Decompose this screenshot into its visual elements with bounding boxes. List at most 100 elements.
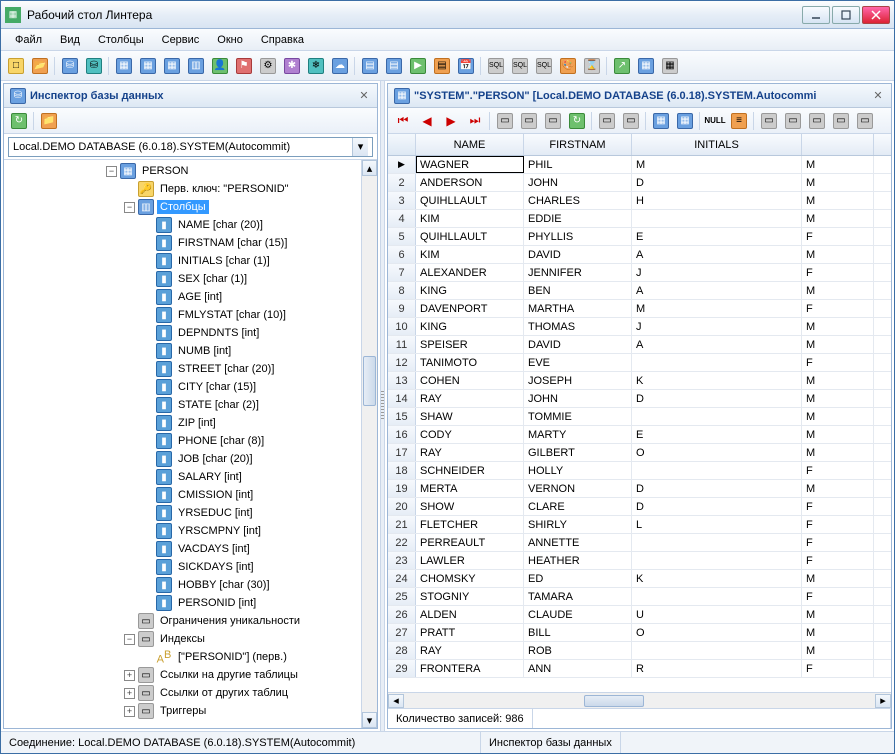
cell-firstnam[interactable]: MARTHA bbox=[524, 300, 632, 317]
cell-name[interactable]: SHAW bbox=[416, 408, 524, 425]
cell-name[interactable]: KIM bbox=[416, 210, 524, 227]
cell-name[interactable]: ALDEN bbox=[416, 606, 524, 623]
cell-initials[interactable]: J bbox=[632, 264, 802, 281]
cell-initials[interactable] bbox=[632, 534, 802, 551]
cell-initials[interactable]: H bbox=[632, 192, 802, 209]
tb-a4[interactable]: ▤ bbox=[431, 55, 453, 77]
menu-help[interactable]: Справка bbox=[253, 31, 312, 49]
tree-scrollbar[interactable]: ▴ ▾ bbox=[361, 160, 377, 728]
table-row[interactable]: 25 STOGNIY TAMARA F bbox=[388, 588, 891, 606]
cell-sex[interactable]: F bbox=[802, 354, 874, 371]
row-number[interactable]: 5 bbox=[388, 228, 416, 245]
table-row[interactable]: 2 ANDERSON JOHN D M bbox=[388, 174, 891, 192]
row-number[interactable]: 17 bbox=[388, 444, 416, 461]
tb-grid1[interactable]: ▦ bbox=[113, 55, 135, 77]
cell-initials[interactable]: D bbox=[632, 498, 802, 515]
tb-db2[interactable]: ⛁ bbox=[83, 55, 105, 77]
table-row[interactable]: ▶ WAGNER PHIL M M bbox=[388, 156, 891, 174]
cell-name[interactable]: LAWLER bbox=[416, 552, 524, 569]
cell-firstnam[interactable]: JOSEPH bbox=[524, 372, 632, 389]
cell-initials[interactable]: A bbox=[632, 336, 802, 353]
tb-new[interactable]: □ bbox=[5, 55, 27, 77]
scroll-thumb[interactable] bbox=[363, 356, 376, 406]
cell-sex[interactable]: F bbox=[802, 498, 874, 515]
cell-sex[interactable]: M bbox=[802, 174, 874, 191]
table-row[interactable]: 21 FLETCHER SHIRLY L F bbox=[388, 516, 891, 534]
cell-initials[interactable]: K bbox=[632, 372, 802, 389]
tree-column[interactable]: ▮ PHONE [char (8)] bbox=[140, 432, 361, 450]
cell-sex[interactable]: F bbox=[802, 534, 874, 551]
tb-net[interactable]: ✱ bbox=[281, 55, 303, 77]
expand-icon[interactable]: + bbox=[124, 706, 135, 717]
gtb-f2[interactable]: ▭ bbox=[782, 110, 804, 132]
table-row[interactable]: 14 RAY JOHN D M bbox=[388, 390, 891, 408]
cell-sex[interactable]: F bbox=[802, 552, 874, 569]
tree-column[interactable]: ▮ PERSONID [int] bbox=[140, 594, 361, 612]
menu-view[interactable]: Вид bbox=[52, 31, 88, 49]
tb-grid4[interactable]: ▥ bbox=[185, 55, 207, 77]
cell-name[interactable]: COHEN bbox=[416, 372, 524, 389]
grid-close[interactable]: ✕ bbox=[871, 89, 885, 103]
row-number[interactable]: 8 bbox=[388, 282, 416, 299]
cell-sex[interactable]: M bbox=[802, 336, 874, 353]
minimize-button[interactable] bbox=[802, 6, 830, 24]
cell-initials[interactable] bbox=[632, 552, 802, 569]
cell-sex[interactable]: F bbox=[802, 264, 874, 281]
cell-initials[interactable]: U bbox=[632, 606, 802, 623]
menu-service[interactable]: Сервис bbox=[154, 31, 208, 49]
tree-column[interactable]: ▮ JOB [char (20)] bbox=[140, 450, 361, 468]
cell-firstnam[interactable]: JENNIFER bbox=[524, 264, 632, 281]
cell-firstnam[interactable]: EDDIE bbox=[524, 210, 632, 227]
table-row[interactable]: 27 PRATT BILL O M bbox=[388, 624, 891, 642]
cell-firstnam[interactable]: GILBERT bbox=[524, 444, 632, 461]
gtb-prev[interactable]: ◀ bbox=[416, 110, 438, 132]
cell-sex[interactable]: F bbox=[802, 462, 874, 479]
table-row[interactable]: 15 SHAW TOMMIE M bbox=[388, 408, 891, 426]
tree-column[interactable]: ▮ STATE [char (2)] bbox=[140, 396, 361, 414]
cell-sex[interactable]: M bbox=[802, 408, 874, 425]
gtb-f4[interactable]: ▭ bbox=[830, 110, 852, 132]
tree-column[interactable]: ▮ YRSCMPNY [int] bbox=[140, 522, 361, 540]
table-row[interactable]: 16 CODY MARTY E M bbox=[388, 426, 891, 444]
table-row[interactable]: 17 RAY GILBERT O M bbox=[388, 444, 891, 462]
cell-name[interactable]: RAY bbox=[416, 444, 524, 461]
tree-column[interactable]: ▮ FMLYSTAT [char (10)] bbox=[140, 306, 361, 324]
cell-name[interactable]: PRATT bbox=[416, 624, 524, 641]
insp-tb-folder[interactable]: 📁 bbox=[38, 110, 60, 132]
tb-sql1[interactable]: SQL bbox=[485, 55, 507, 77]
tb-sql2[interactable]: SQL bbox=[509, 55, 531, 77]
row-number[interactable]: 11 bbox=[388, 336, 416, 353]
cell-initials[interactable] bbox=[632, 210, 802, 227]
cell-initials[interactable]: D bbox=[632, 390, 802, 407]
tb-a1[interactable]: ▤ bbox=[359, 55, 381, 77]
cell-name[interactable]: KING bbox=[416, 318, 524, 335]
tree-node-columns[interactable]: − ▥ Столбцы bbox=[122, 198, 361, 216]
scroll-thumb-h[interactable] bbox=[584, 695, 644, 707]
table-row[interactable]: 19 MERTA VERNON D M bbox=[388, 480, 891, 498]
cell-firstnam[interactable]: JOHN bbox=[524, 174, 632, 191]
gtb-b1[interactable]: ▭ bbox=[494, 110, 516, 132]
cell-sex[interactable]: M bbox=[802, 480, 874, 497]
menu-columns[interactable]: Столбцы bbox=[90, 31, 152, 49]
expand-icon[interactable]: + bbox=[124, 688, 135, 699]
tree-column[interactable]: ▮ INITIALS [char (1)] bbox=[140, 252, 361, 270]
gtb-b2[interactable]: ▭ bbox=[518, 110, 540, 132]
cell-firstnam[interactable]: HEATHER bbox=[524, 552, 632, 569]
cell-sex[interactable]: M bbox=[802, 642, 874, 659]
row-number[interactable]: 26 bbox=[388, 606, 416, 623]
insp-tb-refresh[interactable]: ↻ bbox=[8, 110, 30, 132]
cell-initials[interactable] bbox=[632, 408, 802, 425]
tree-column[interactable]: ▮ CITY [char (15)] bbox=[140, 378, 361, 396]
cell-sex[interactable]: F bbox=[802, 516, 874, 533]
gtb-d1[interactable]: ▦ bbox=[650, 110, 672, 132]
table-row[interactable]: 26 ALDEN CLAUDE U M bbox=[388, 606, 891, 624]
cell-name[interactable]: ANDERSON bbox=[416, 174, 524, 191]
cell-initials[interactable]: O bbox=[632, 624, 802, 641]
cell-sex[interactable]: M bbox=[802, 606, 874, 623]
tree-column[interactable]: ▮ FIRSTNAM [char (15)] bbox=[140, 234, 361, 252]
cell-initials[interactable]: R bbox=[632, 660, 802, 677]
cell-firstnam[interactable]: BILL bbox=[524, 624, 632, 641]
tb-a3[interactable]: ▶ bbox=[407, 55, 429, 77]
cell-firstnam[interactable]: DAVID bbox=[524, 246, 632, 263]
cell-firstnam[interactable]: CHARLES bbox=[524, 192, 632, 209]
